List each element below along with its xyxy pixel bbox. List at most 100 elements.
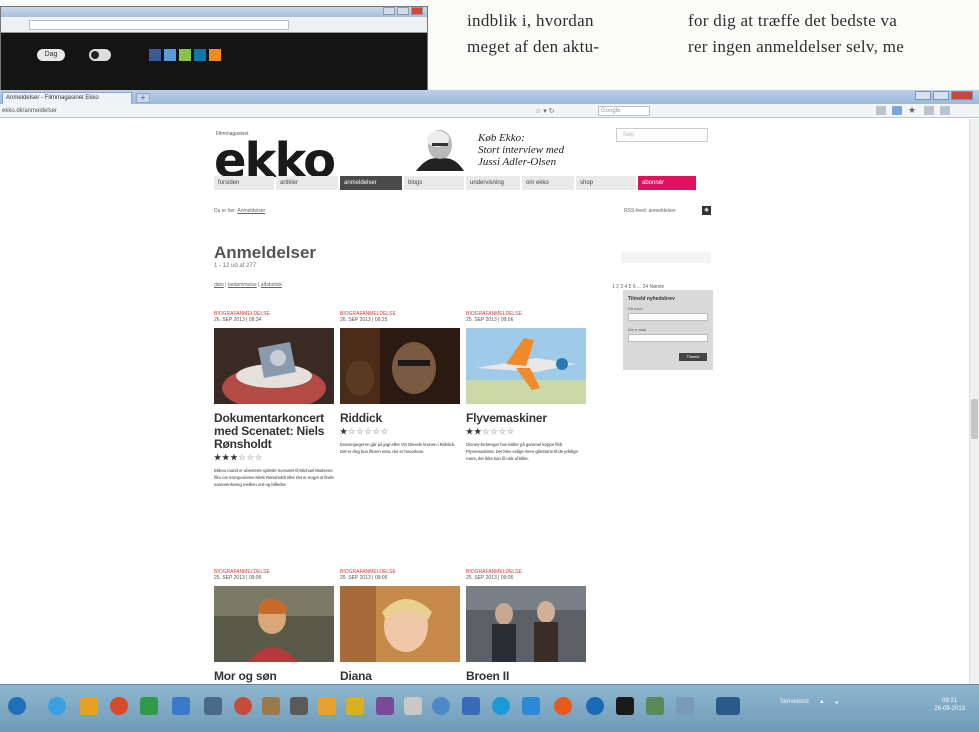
newsletter-email-input[interactable] xyxy=(628,334,708,342)
review-image[interactable] xyxy=(466,328,586,404)
app-icon[interactable] xyxy=(140,697,158,715)
nav-item-undervisning[interactable]: undervisning xyxy=(466,176,520,190)
newsletter-title: Tilmeld nyhedsbrev xyxy=(628,296,675,302)
promo-portrait-image[interactable] xyxy=(408,125,466,171)
nav-item-shop[interactable]: shop xyxy=(576,176,636,190)
menu-icon[interactable] xyxy=(940,106,950,115)
review-image[interactable] xyxy=(340,586,460,662)
scrollbar-thumb[interactable] xyxy=(971,399,978,439)
app-icon[interactable] xyxy=(204,697,222,715)
print-column-2: for dig at træffe det bedste va rer inge… xyxy=(688,11,905,56)
breadcrumb-link[interactable]: Anmeldelser xyxy=(237,208,265,214)
nav-item-blogs[interactable]: blogs xyxy=(404,176,464,190)
app-icon[interactable] xyxy=(716,697,740,715)
review-card[interactable]: BIOGRAFANMELDELSE 26. SEP 2013 | 09:34 D… xyxy=(214,311,334,487)
review-title-block: Flyvemaskiner ★★☆☆☆☆ Disney-forlænger ha… xyxy=(466,412,588,462)
review-date: 25. SEP 2013 | 09:06 xyxy=(340,575,388,581)
volume-icon[interactable]: ◂ xyxy=(835,699,838,706)
rating-stars: ★★☆☆☆☆ xyxy=(466,427,516,436)
nav-item-forsiden[interactable]: forsiden xyxy=(214,176,274,190)
filter-alfabetisk[interactable]: alfabetisk xyxy=(261,282,282,288)
review-title[interactable]: Flyvemaskiner xyxy=(466,412,588,425)
review-title[interactable]: Dokumentarkoncert med Scenatet: Niels Rø… xyxy=(214,412,336,451)
newsletter-name-input[interactable] xyxy=(628,313,708,321)
review-title[interactable]: Broen II xyxy=(466,670,588,683)
review-image[interactable] xyxy=(340,328,460,404)
app-icon[interactable] xyxy=(290,697,308,715)
address-bar[interactable]: ekko.dk/anmeldelser xyxy=(2,106,82,116)
rss-icon[interactable]: ◉ xyxy=(702,206,711,215)
review-card[interactable]: BIOGRAFANMELDELSE 25. SEP 2013 | 09:06 B… xyxy=(466,569,586,705)
tray-label[interactable]: Skrivebord xyxy=(780,699,809,706)
promo-headline[interactable]: Køb Ekko: Stort interview med Jussi Adle… xyxy=(478,132,608,168)
inset-content: Dag xyxy=(1,33,427,92)
filter-dato[interactable]: dato xyxy=(214,282,224,288)
explorer-icon[interactable] xyxy=(172,697,190,715)
review-image[interactable] xyxy=(466,586,586,662)
review-card[interactable]: BIOGRAFANMELDELSE 25. SEP 2013 | 09:06 M… xyxy=(214,569,334,705)
review-card[interactable]: BIOGRAFANMELDELSE 25. SEP 2013 | 09:06 D… xyxy=(340,569,460,705)
review-title[interactable]: Diana xyxy=(340,670,462,683)
app-icon[interactable] xyxy=(462,697,480,715)
network-icon[interactable]: ▲ xyxy=(819,699,825,706)
nav-item-anmeldelser[interactable]: anmeldelser xyxy=(340,176,402,190)
review-date: 26. SEP 2013 | 09:25 xyxy=(340,317,388,323)
browser-search-input[interactable]: Google xyxy=(598,106,650,116)
rss-link[interactable]: RSS-feed: anmeldelser xyxy=(624,208,676,214)
review-card[interactable]: BIOGRAFANMELDELSE 25. SEP 2013 | 09:06 F… xyxy=(466,311,586,461)
app-icon[interactable] xyxy=(616,697,634,715)
review-title[interactable]: Riddick xyxy=(340,412,462,425)
addon-icon[interactable] xyxy=(924,106,934,115)
filter-bedommelse[interactable]: bedømmelse xyxy=(228,282,257,288)
review-image[interactable] xyxy=(214,328,334,404)
new-tab-button[interactable]: + xyxy=(136,93,150,103)
app-icon[interactable] xyxy=(492,697,510,715)
inset-titlebar xyxy=(1,7,427,17)
maximize-button[interactable] xyxy=(933,91,949,100)
review-image[interactable] xyxy=(214,586,334,662)
main-nav: forsiden artikler anmeldelser blogs unde… xyxy=(214,176,714,190)
ie-icon[interactable] xyxy=(48,697,66,715)
minimize-button[interactable] xyxy=(915,91,931,100)
start-button-icon[interactable] xyxy=(8,697,26,715)
app-icon[interactable] xyxy=(522,697,540,715)
chrome-icon[interactable] xyxy=(80,697,98,715)
inset-toolbar xyxy=(1,17,427,33)
bookmark-icon[interactable] xyxy=(892,106,902,115)
review-card[interactable]: BIOGRAFANMELDELSE 26. SEP 2013 | 09:25 R… xyxy=(340,311,460,454)
newsletter-name-label: Dit navn xyxy=(628,306,643,311)
close-button[interactable] xyxy=(951,91,973,100)
clock[interactable]: 09:21 26-09-2013 xyxy=(934,697,965,713)
firefox-icon[interactable] xyxy=(110,697,128,715)
site-search-input[interactable]: Søg xyxy=(616,128,708,142)
linkedin-icon xyxy=(194,49,206,61)
nav-item-abonner[interactable]: abonnér xyxy=(638,176,696,190)
review-blurb: Disney-forlænger han kidler på gammel ko… xyxy=(466,442,578,461)
result-count: 1 - 12 ud af 277 xyxy=(214,263,257,269)
nav-item-om-ekko[interactable]: om ekko xyxy=(522,176,574,190)
nav-item-artikler[interactable]: artikler xyxy=(276,176,338,190)
app-icon[interactable] xyxy=(646,697,664,715)
star-icon[interactable]: ★ xyxy=(908,106,918,115)
app-icon[interactable] xyxy=(376,697,394,715)
app-icon[interactable] xyxy=(318,697,336,715)
folder-icon[interactable] xyxy=(346,697,364,715)
media-icon[interactable] xyxy=(234,697,252,715)
app-icon[interactable] xyxy=(262,697,280,715)
browser-tab[interactable]: Anmeldelser - Filmmagasinet Ekko xyxy=(2,92,132,104)
app-icon[interactable] xyxy=(432,697,450,715)
inset-pill: Dag xyxy=(37,49,65,61)
ad-placeholder xyxy=(621,252,711,263)
app-icon[interactable] xyxy=(676,697,694,715)
app-icon[interactable] xyxy=(586,697,604,715)
inset-address-bar xyxy=(29,20,289,30)
download-icon[interactable] xyxy=(876,106,886,115)
share-icon xyxy=(179,49,191,61)
app-icon[interactable] xyxy=(404,697,422,715)
inset-browser-photo: Dag xyxy=(0,6,428,92)
review-title[interactable]: Mor og søn xyxy=(214,670,336,683)
newsletter-submit-button[interactable]: Tilmeld xyxy=(679,353,707,361)
browser-nav-bar: ekko.dk/anmeldelser ☆ ▾ ↻ Google ★ xyxy=(0,104,979,118)
app-icon[interactable] xyxy=(554,697,572,715)
reload-icon[interactable]: ☆ ▾ ↻ xyxy=(535,107,555,115)
